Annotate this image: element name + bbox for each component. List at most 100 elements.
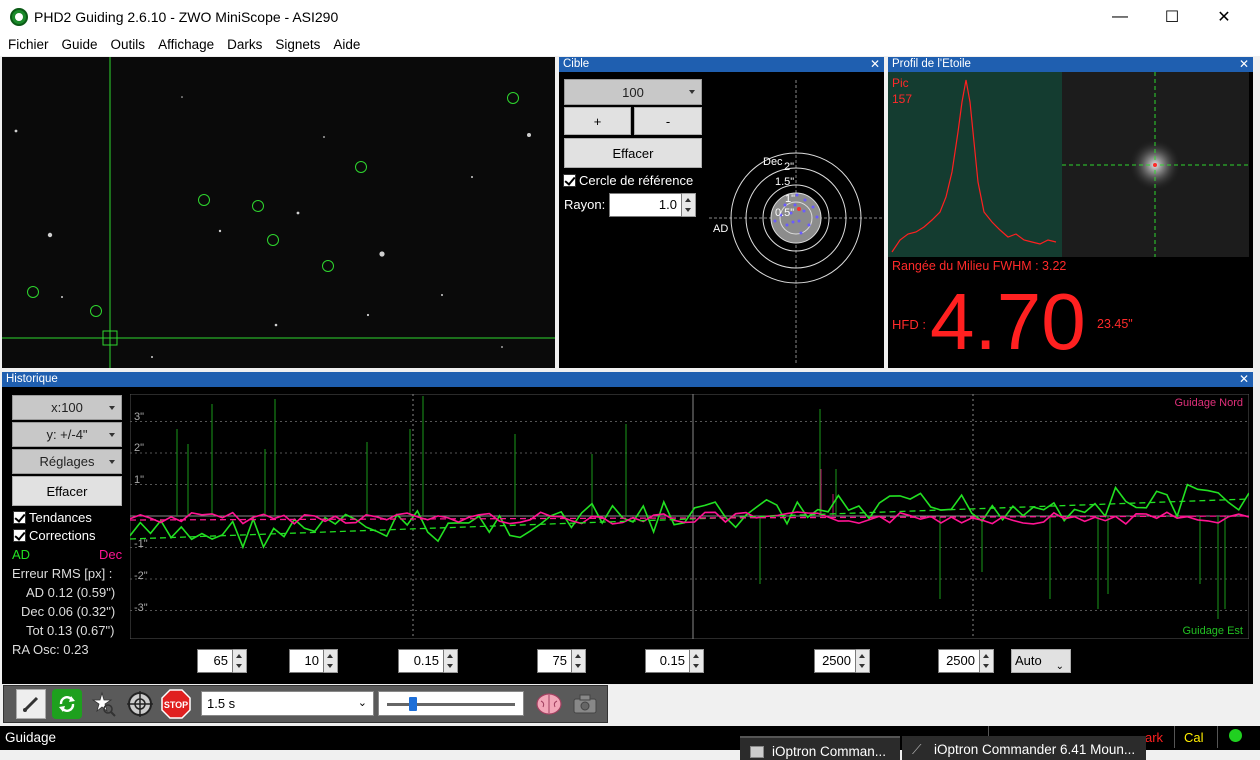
slider-track <box>387 703 515 706</box>
hfd-arcsec: 23.45" <box>1097 317 1133 331</box>
settings-dropdown[interactable]: Réglages <box>12 449 122 474</box>
mxad-label: Mx AD <box>768 654 807 669</box>
mxad-value[interactable]: 2500 <box>814 649 856 673</box>
menu-guide[interactable]: Guide <box>62 34 98 56</box>
dec-params-label: DEC : <box>472 654 508 669</box>
y-tick-2: 2" <box>134 442 144 454</box>
rms-title: Erreur RMS [px] : <box>12 566 113 581</box>
dec-mnmo-value[interactable]: 0.15 <box>645 649 690 673</box>
taskbar-item-ioptron-2[interactable]: ⟋ iOptron Commander 6.41 Moun... <box>902 736 1146 760</box>
ref-circle-checkbox[interactable] <box>563 174 576 187</box>
ring-label-1-5: 1.5" <box>775 176 794 188</box>
y-tick-neg1: -1" <box>134 538 148 550</box>
spinner-arrows-icon[interactable] <box>324 649 338 673</box>
pencil-icon <box>22 696 39 713</box>
history-clear-button[interactable]: Effacer <box>12 476 122 506</box>
auto-select-star-button[interactable] <box>89 689 119 719</box>
ra-mnmo-spinner[interactable]: 0.15 <box>398 649 458 673</box>
menu-signets[interactable]: Signets <box>275 34 320 56</box>
target-plot: Dec 2" 1.5" 1" 0.5" AD <box>709 80 884 363</box>
menu-affichage[interactable]: Affichage <box>158 34 214 56</box>
star-thumbnail <box>1062 72 1249 257</box>
spinner-arrows-icon[interactable] <box>572 649 586 673</box>
gamma-slider[interactable] <box>378 691 524 716</box>
menu-outils[interactable]: Outils <box>111 34 146 56</box>
menu-fichier[interactable]: Fichier <box>8 34 49 56</box>
loop-pencil-button[interactable] <box>16 689 46 719</box>
camera-view[interactable] <box>2 57 555 368</box>
status-dark-indicator: ark <box>1145 730 1164 745</box>
ra-axis-label: AD <box>713 223 728 235</box>
target-pane-close-icon[interactable]: ✕ <box>870 57 880 72</box>
star-field <box>2 57 555 368</box>
ra-mnmo-value[interactable]: 0.15 <box>398 649 444 673</box>
maximize-button[interactable]: ☐ <box>1146 0 1198 34</box>
target-clear-button[interactable]: Effacer <box>564 138 702 168</box>
star-search-icon <box>91 691 116 717</box>
spinner-arrows-icon[interactable] <box>682 193 696 217</box>
close-button[interactable]: ✕ <box>1198 0 1250 34</box>
target-pane: Cible ✕ 100 + - Effacer Cercle de référe… <box>559 57 884 368</box>
x-scale-dropdown[interactable]: x:100 <box>12 395 122 420</box>
exposure-duration-dropdown[interactable]: 1.5 s ⌄ <box>201 691 374 716</box>
spinner-arrows-icon[interactable] <box>690 649 704 673</box>
menu-darks[interactable]: Darks <box>227 34 262 56</box>
trends-checkbox[interactable] <box>13 511 26 524</box>
dec-mode-dropdown[interactable]: Auto ⌄ <box>1011 649 1071 673</box>
loop-exposure-button[interactable] <box>52 689 82 719</box>
camera-settings-button[interactable] <box>570 689 600 719</box>
dec-mnmo-spinner[interactable]: 0.15 <box>645 649 704 673</box>
chevron-down-icon <box>109 432 115 437</box>
hys-value[interactable]: 10 <box>289 649 324 673</box>
target-zoom-dropdown[interactable]: 100 <box>564 79 702 105</box>
spinner-arrows-icon[interactable] <box>980 649 994 673</box>
dec-legend: Dec <box>99 547 123 562</box>
spinner-arrows-icon[interactable] <box>444 649 458 673</box>
menu-aide[interactable]: Aide <box>333 34 360 56</box>
target-zoom-out-button[interactable]: - <box>634 107 702 135</box>
mxdec-spinner[interactable]: 2500 <box>938 649 994 673</box>
status-led-icon <box>1229 729 1242 742</box>
guide-east-label: Guidage Est <box>1182 625 1243 637</box>
slider-thumb[interactable] <box>408 697 417 711</box>
target-pane-title: Cible <box>563 58 590 70</box>
profile-pane-close-icon[interactable]: ✕ <box>1239 57 1249 72</box>
rms-ra: AD 0.12 (0.59") <box>26 585 116 600</box>
dec-axis-label: Dec <box>763 156 783 168</box>
trends-label: Tendances <box>29 510 92 525</box>
title-bar: PHD2 Guiding 2.6.10 - ZWO MiniScope - AS… <box>0 0 1260 34</box>
taskbar-item-ioptron-1[interactable]: iOptron Comman... <box>740 736 900 760</box>
status-divider <box>1217 726 1218 748</box>
y-scale-dropdown[interactable]: y: +/-4" <box>12 422 122 447</box>
menu-bar: Fichier Guide Outils Affichage Darks Sig… <box>0 34 1260 56</box>
taskbar-item-2-label: iOptron Commander 6.41 Moun... <box>934 742 1136 757</box>
guide-button[interactable] <box>125 689 155 719</box>
corrections-checkbox[interactable] <box>13 529 26 542</box>
mxdec-value[interactable]: 2500 <box>938 649 980 673</box>
target-pane-header: Cible ✕ <box>559 57 884 72</box>
y-tick-neg2: -2" <box>134 570 148 582</box>
mxad-spinner[interactable]: 2500 <box>814 649 870 673</box>
status-text: Guidage <box>5 730 57 745</box>
target-zoom-in-button[interactable]: + <box>564 107 631 135</box>
dec-agr-spinner[interactable]: 75 <box>537 649 586 673</box>
exposure-duration-value: 1.5 s <box>207 696 236 711</box>
chevron-down-icon: ⌄ <box>1055 661 1064 672</box>
advanced-settings-button[interactable] <box>534 689 564 719</box>
rms-tot: Tot 0.13 (0.67") <box>26 623 115 638</box>
chevron-down-icon: ⌄ <box>357 697 367 709</box>
dec-mnmo-label: MnMo <box>601 654 638 669</box>
history-pane-header: Historique ✕ <box>2 372 1253 387</box>
minimize-button[interactable]: — <box>1094 0 1146 34</box>
spinner-arrows-icon[interactable] <box>233 649 247 673</box>
radius-spinner[interactable]: 1.0 <box>609 193 696 217</box>
loop-arrows-icon <box>59 696 75 712</box>
ra-agr-value[interactable]: 65 <box>197 649 233 673</box>
ra-agr-spinner[interactable]: 65 <box>197 649 247 673</box>
spinner-arrows-icon[interactable] <box>856 649 870 673</box>
dec-agr-value[interactable]: 75 <box>537 649 572 673</box>
stop-button[interactable]: STOP <box>161 689 191 719</box>
history-pane-close-icon[interactable]: ✕ <box>1239 372 1249 387</box>
radius-value[interactable]: 1.0 <box>609 193 682 217</box>
hys-spinner[interactable]: 10 <box>289 649 338 673</box>
